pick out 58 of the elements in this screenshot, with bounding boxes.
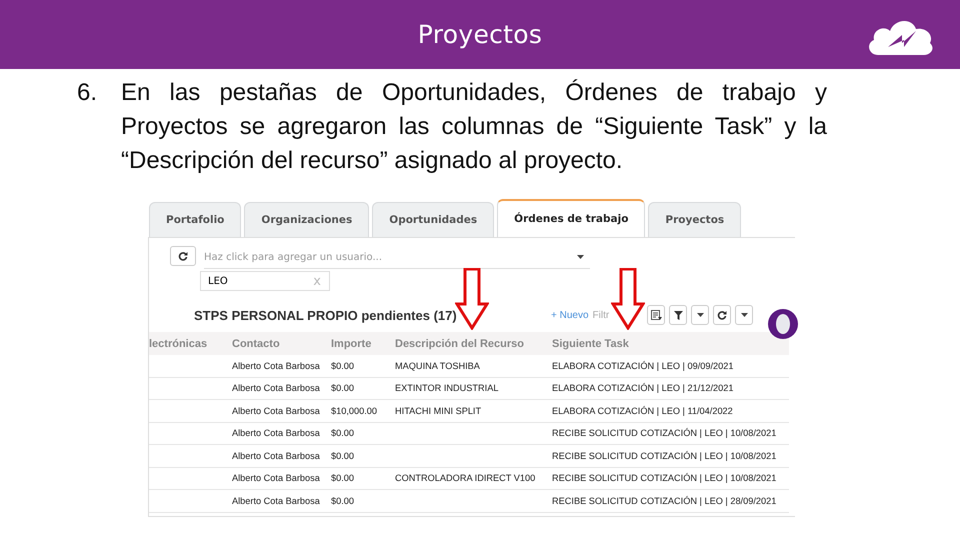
- chat-bot-icon[interactable]: [768, 309, 798, 339]
- table-cell: Alberto Cota Barbosa: [228, 467, 327, 490]
- tag-label: LEO: [208, 276, 228, 286]
- tab[interactable]: Portafolio: [149, 202, 242, 237]
- column-header: lectrónicas: [149, 332, 228, 355]
- table-cell: Alberto Cota Barbosa: [228, 400, 327, 422]
- table-cell: $0.00: [327, 490, 391, 512]
- refresh-button[interactable]: [170, 246, 196, 266]
- table-cell: Alberto Cota Barbosa: [228, 444, 327, 467]
- tab[interactable]: Oportunidades: [372, 202, 494, 237]
- column-header: Siguiente Task: [548, 332, 789, 355]
- table-cell: Alberto Cota Barbosa: [228, 490, 327, 512]
- column-header: Importe: [327, 332, 391, 355]
- table-cell: Alberto Cota Barbosa: [228, 355, 327, 377]
- table-cell: Alberto Cota Barbosa: [228, 377, 327, 400]
- table-cell: Alberto Cota Barbosa: [228, 422, 327, 444]
- sheet-icon: [650, 310, 662, 320]
- list-title: STPS PERSONAL PROPIO pendientes (17): [194, 308, 458, 322]
- refresh-button[interactable]: [713, 305, 732, 325]
- tab[interactable]: Proyectos: [648, 202, 742, 237]
- tab[interactable]: Organizaciones: [244, 202, 370, 237]
- table-cell: CONTROLADORA IDIRECT V100: [391, 467, 548, 490]
- table-cell: RECIBE SOLICITUD COTIZACIÓN | LEO | 28/09/2021: [548, 490, 789, 512]
- table-cell: EXTINTOR INDUSTRIAL: [391, 377, 548, 400]
- table-cell: ELABORA COTIZACIÓN | LEO | 21/12/2021: [548, 377, 789, 400]
- table-cell: $0.00: [327, 377, 391, 400]
- table-cell: $10,000.00: [327, 400, 391, 422]
- table-cell: RECIBE SOLICITUD COTIZACIÓN | LEO | 10/08/2021: [548, 467, 789, 490]
- tab[interactable]: Órdenes de trabajo: [497, 199, 646, 237]
- column-header: Contacto: [228, 332, 327, 355]
- table-cell: $0.00: [327, 467, 391, 490]
- refresh-icon: [717, 310, 728, 320]
- caret-icon: [740, 313, 748, 317]
- table-cell: ELABORA COTIZACIÓN | LEO | 09/09/2021: [548, 355, 789, 377]
- note-paragraph: En las pestañas de Oportunidades, Órdenes de trabajo y Proyectos se agregaron las columnas de “Siguiente Task” y la “Descripción del recurso” asignado al proyecto.: [121, 78, 827, 176]
- filter-button[interactable]: [669, 305, 688, 325]
- table-cell: RECIBE SOLICITUD COTIZACIÓN | LEO | 10/08/2021: [548, 422, 789, 444]
- caret-icon: [577, 255, 584, 259]
- table-cell: ELABORA COTIZACIÓN | LEO | 11/04/2022: [548, 400, 789, 422]
- down-arrow-drawing: [611, 268, 645, 330]
- down-arrow-drawing: [455, 268, 489, 330]
- dropdown-button[interactable]: [735, 305, 754, 325]
- table-cell: $0.00: [327, 444, 391, 467]
- refresh-icon: [178, 251, 188, 261]
- table-cell: HITACHI MINI SPLIT: [391, 400, 548, 422]
- slide-title: Proyectos: [418, 20, 542, 49]
- table-cell: RECIBE SOLICITUD COTIZACIÓN | LEO | 10/08/2021: [548, 444, 789, 467]
- select-placeholder: Haz click para agregar un usuario...: [204, 252, 382, 262]
- list-number: 6.: [77, 78, 98, 108]
- table-cell: $0.00: [327, 422, 391, 444]
- filter-icon: [674, 310, 683, 320]
- export-button[interactable]: [647, 305, 666, 325]
- new-link[interactable]: + Nuevo: [551, 310, 589, 320]
- table-cell: $0.00: [327, 355, 391, 377]
- column-header: Descripción del Recurso: [391, 332, 548, 355]
- dropdown-button[interactable]: [691, 305, 710, 325]
- table-cell: MAQUINA TOSHIBA: [391, 355, 548, 377]
- caret-icon: [696, 313, 704, 317]
